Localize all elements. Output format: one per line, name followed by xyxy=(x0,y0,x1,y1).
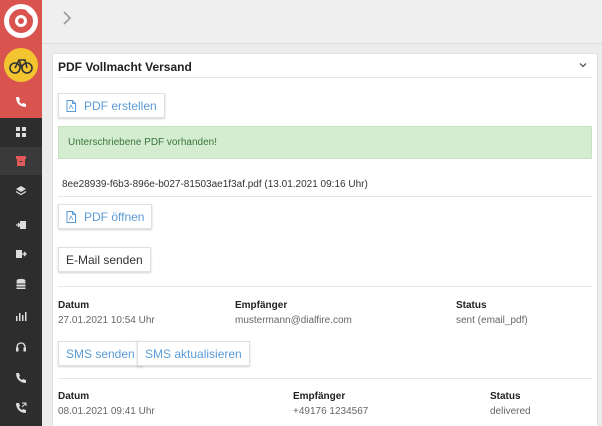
pdf-file-icon xyxy=(66,210,76,223)
send-sms-button[interactable]: SMS senden xyxy=(58,341,143,366)
divider xyxy=(58,378,592,379)
sidebar-item-calls[interactable] xyxy=(0,364,42,392)
phone-forward-icon xyxy=(16,402,27,413)
sidebar-item-reports[interactable] xyxy=(0,302,42,330)
phone-icon xyxy=(16,373,26,383)
import-icon xyxy=(16,221,26,229)
layers-icon xyxy=(15,186,27,196)
alert-text: Unterschriebene PDF vorhanden! xyxy=(68,137,217,148)
open-pdf-label: PDF öffnen xyxy=(84,209,145,224)
sidebar-item-dashboard[interactable] xyxy=(0,118,42,146)
sms-recipient-header: Empfänger xyxy=(293,391,346,402)
send-email-label: E-Mail senden xyxy=(66,252,143,267)
sidebar-item-headset[interactable] xyxy=(0,333,42,361)
bar-chart-icon xyxy=(16,312,27,321)
sidebar-item-import[interactable] xyxy=(0,211,42,239)
app-logo[interactable] xyxy=(4,4,38,38)
update-sms-button[interactable]: SMS aktualisieren xyxy=(137,341,250,366)
pdf-file-icon xyxy=(66,99,76,112)
email-recipient-value: mustermann@dialfire.com xyxy=(235,315,352,326)
sms-recipient-value: +49176 1234567 xyxy=(293,406,369,417)
sidebar-item-database[interactable] xyxy=(0,270,42,298)
open-pdf-button[interactable]: PDF öffnen xyxy=(58,204,153,229)
divider xyxy=(58,196,592,197)
email-date-value: 27.01.2021 10:54 Uhr xyxy=(58,315,155,326)
panel-title: PDF Vollmacht Versand xyxy=(58,60,192,74)
email-recipient-header: Empfänger xyxy=(235,300,288,311)
pdf-power-of-attorney-panel: PDF Vollmacht Versand PDF erstellen Unte… xyxy=(52,53,598,426)
signed-pdf-alert: Unterschriebene PDF vorhanden! xyxy=(58,126,592,159)
headset-icon xyxy=(16,342,26,352)
dashboard-icon xyxy=(16,127,26,137)
email-date-header: Datum xyxy=(58,300,90,311)
sms-status-header: Status xyxy=(490,391,521,402)
sidebar-item-export[interactable] xyxy=(0,240,42,268)
send-email-button[interactable]: E-Mail senden xyxy=(58,247,151,272)
logo-icon xyxy=(9,9,33,33)
database-icon xyxy=(16,278,26,289)
export-icon xyxy=(16,250,27,258)
phone-icon xyxy=(16,97,26,107)
divider xyxy=(58,77,592,78)
email-status-value: sent (email_pdf) xyxy=(456,315,528,326)
update-sms-label: SMS aktualisieren xyxy=(145,346,242,361)
avatar[interactable] xyxy=(4,48,38,82)
chevron-right-icon[interactable] xyxy=(60,11,74,25)
file-info: 8ee28939-f6b3-896e-b027-81503ae1f3af.pdf… xyxy=(62,179,368,190)
sms-date-value: 08.01.2021 09:41 Uhr xyxy=(58,406,155,417)
email-status-header: Status xyxy=(456,300,487,311)
archive-icon xyxy=(16,156,26,166)
create-pdf-label: PDF erstellen xyxy=(84,98,157,113)
sidebar-item-layers[interactable] xyxy=(0,177,42,205)
sms-date-header: Datum xyxy=(58,391,90,402)
bicycle-icon xyxy=(9,59,33,74)
chevron-down-icon[interactable] xyxy=(578,60,588,70)
divider xyxy=(58,286,592,287)
create-pdf-button[interactable]: PDF erstellen xyxy=(58,93,165,118)
sidebar-item-phone[interactable] xyxy=(0,88,42,116)
sidebar-item-forward[interactable] xyxy=(0,394,42,422)
sidebar xyxy=(0,0,42,426)
send-sms-label: SMS senden xyxy=(66,346,135,361)
sidebar-item-archive[interactable] xyxy=(0,147,42,175)
top-bar xyxy=(42,0,602,44)
sms-status-value: delivered xyxy=(490,406,531,417)
